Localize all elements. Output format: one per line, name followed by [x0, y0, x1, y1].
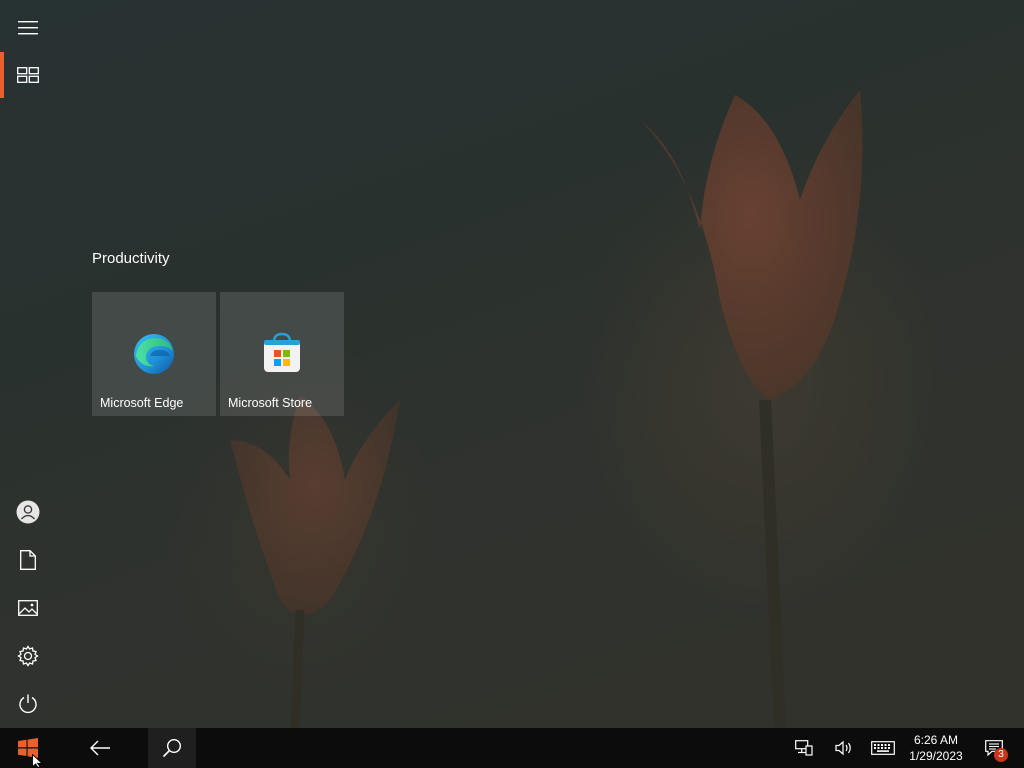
start-button[interactable]	[0, 728, 56, 768]
documents-icon	[20, 550, 36, 570]
microsoft-edge-tile[interactable]: Microsoft Edge	[92, 292, 216, 416]
pictures-icon	[18, 600, 38, 616]
microsoft-store-tile[interactable]: Microsoft Store	[220, 292, 344, 416]
search-button[interactable]	[148, 728, 196, 768]
pictures-button[interactable]	[0, 584, 56, 632]
search-icon	[162, 738, 182, 758]
volume-icon	[835, 740, 851, 756]
clock-date: 1/29/2023	[909, 749, 963, 763]
hamburger-menu-icon	[18, 21, 38, 35]
microsoft-edge-icon	[134, 334, 174, 374]
microsoft-store-icon	[264, 332, 300, 372]
tile-group-title: Productivity	[92, 250, 170, 267]
desktop-background: Productivity Microsoft Edge Microsoft St…	[0, 0, 1024, 728]
mouse-cursor-icon	[32, 754, 44, 768]
user-account-button[interactable]	[0, 488, 56, 536]
power-icon	[19, 694, 37, 714]
tile-label: Microsoft Edge	[100, 396, 184, 410]
start-left-rail	[0, 0, 56, 728]
power-button[interactable]	[0, 680, 56, 728]
taskbar: 6:26 AM 1/29/2023	[0, 728, 1024, 768]
network-icon	[795, 740, 813, 756]
back-button[interactable]	[76, 728, 124, 768]
all-tiles-button[interactable]	[0, 51, 56, 99]
user-account-icon	[16, 500, 40, 524]
settings-gear-icon	[17, 645, 39, 667]
touch-keyboard-icon	[871, 741, 895, 755]
volume-tray-button[interactable]	[830, 728, 858, 768]
network-tray-button[interactable]	[790, 728, 818, 768]
all-tiles-icon	[17, 67, 39, 83]
notification-count-badge: 3	[994, 748, 1008, 762]
hamburger-menu-button[interactable]	[0, 4, 56, 52]
clock-time: 6:26 AM	[913, 733, 959, 747]
documents-button[interactable]	[0, 536, 56, 584]
touch-keyboard-tray-button[interactable]	[868, 728, 898, 768]
taskbar-clock[interactable]: 6:26 AM 1/29/2023	[900, 728, 972, 768]
settings-button[interactable]	[0, 632, 56, 680]
tile-label: Microsoft Store	[228, 396, 313, 410]
back-arrow-icon	[90, 740, 110, 756]
